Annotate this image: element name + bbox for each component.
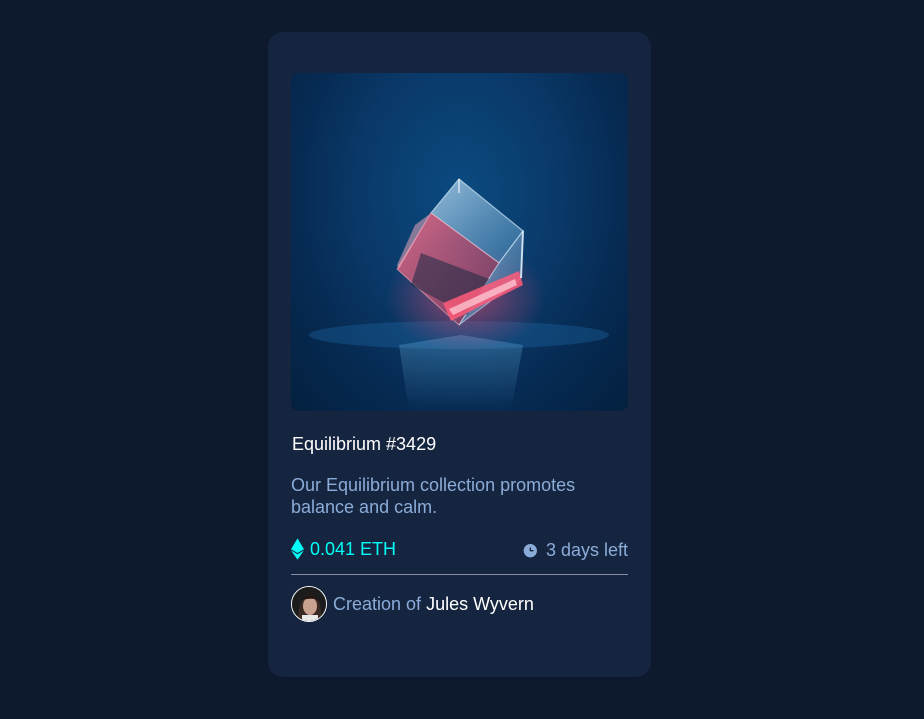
nft-preview-image[interactable] (291, 73, 628, 411)
nft-card: Equilibrium #3429 Our Equilibrium collec… (268, 32, 651, 677)
clock-icon (523, 544, 537, 558)
creator-name-link[interactable]: Jules Wyvern (426, 594, 534, 615)
time-value: 3 days left (545, 540, 628, 560)
nft-title[interactable]: Equilibrium #3429 (292, 434, 436, 455)
price-value: 0.041 ETH (310, 538, 397, 559)
creator-avatar (291, 586, 327, 622)
creator-row: Creation of Jules Wyvern (291, 586, 534, 622)
creator-prefix: Creation of (333, 593, 422, 614)
nft-description: Our Equilibrium collection promotes bala… (291, 475, 576, 517)
avatar-portrait-image (292, 587, 326, 621)
divider (291, 574, 628, 575)
time-remaining: 3 days left (522, 540, 628, 561)
ethereum-icon (291, 538, 304, 560)
equilibrium-cube-image (309, 178, 609, 411)
nft-price: 0.041 ETH (291, 538, 396, 560)
